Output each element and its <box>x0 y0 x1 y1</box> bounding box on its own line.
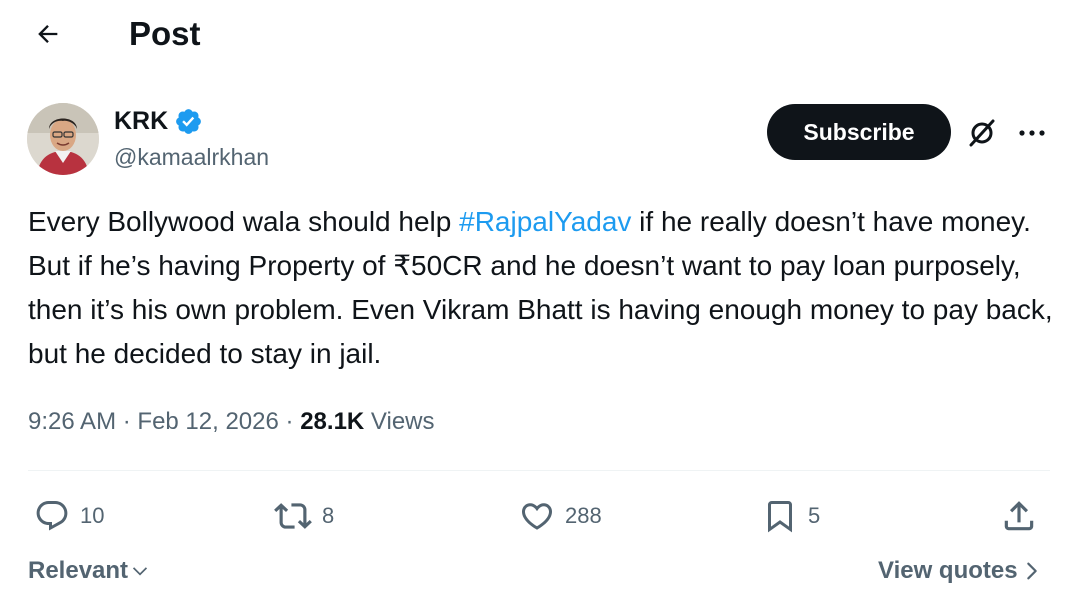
like-button[interactable]: 288 <box>519 494 602 538</box>
share-icon <box>1004 501 1034 531</box>
author-handle[interactable]: @kamaalrkhan <box>114 141 269 173</box>
page-title: Post <box>129 15 201 52</box>
top-bar: Post <box>0 0 1082 70</box>
subscribe-button[interactable]: Subscribe <box>767 104 951 160</box>
sort-replies-dropdown[interactable]: Relevant <box>28 554 150 588</box>
views-label: Views <box>370 408 435 435</box>
like-count: 288 <box>565 503 602 528</box>
like-icon <box>521 503 553 530</box>
bookmark-button[interactable]: 5 <box>762 494 820 538</box>
view-quotes-link[interactable]: View quotes <box>878 554 1040 588</box>
bookmark-count: 5 <box>808 503 821 528</box>
repost-button[interactable]: 8 <box>274 494 334 538</box>
grok-button[interactable] <box>962 113 1002 153</box>
avatar-image <box>27 103 99 175</box>
chevron-right-icon <box>1026 562 1037 580</box>
chevron-down-icon <box>132 567 148 576</box>
divider <box>28 470 1050 471</box>
back-arrow-icon <box>38 25 58 43</box>
tweet-meta: 9:26 AM · Feb 12, 2026 · 28.1K Views <box>28 402 435 442</box>
meta-separator: · <box>122 408 131 435</box>
tweet-text-part-1: Every Bollywood wala should help <box>28 206 460 237</box>
views-count: 28.1K <box>300 408 365 435</box>
grok-icon <box>969 119 995 147</box>
tweet-text: Every Bollywood wala should help #Rajpal… <box>28 200 1058 376</box>
reply-count: 10 <box>80 503 105 528</box>
repost-icon <box>274 503 312 529</box>
hashtag-link[interactable]: #RajpalYadav <box>459 206 631 237</box>
more-icon <box>1019 130 1045 136</box>
reply-icon <box>36 501 68 531</box>
verified-badge-icon <box>176 108 202 134</box>
author-name-row[interactable]: KRK <box>114 104 203 138</box>
meta-separator: · <box>285 408 294 435</box>
repost-count: 8 <box>322 503 335 528</box>
more-options-button[interactable] <box>1012 113 1052 153</box>
avatar[interactable] <box>27 103 99 175</box>
display-name[interactable]: KRK <box>114 104 168 138</box>
sort-label: Relevant <box>28 557 129 584</box>
view-quotes-label: View quotes <box>878 557 1018 584</box>
tweet-date[interactable]: Feb 12, 2026 <box>137 408 278 435</box>
bookmark-icon <box>768 501 792 533</box>
tweet-time[interactable]: 9:26 AM <box>28 408 116 435</box>
share-button[interactable] <box>1000 494 1038 538</box>
reply-button[interactable]: 10 <box>34 494 104 538</box>
back-button[interactable] <box>28 14 68 54</box>
